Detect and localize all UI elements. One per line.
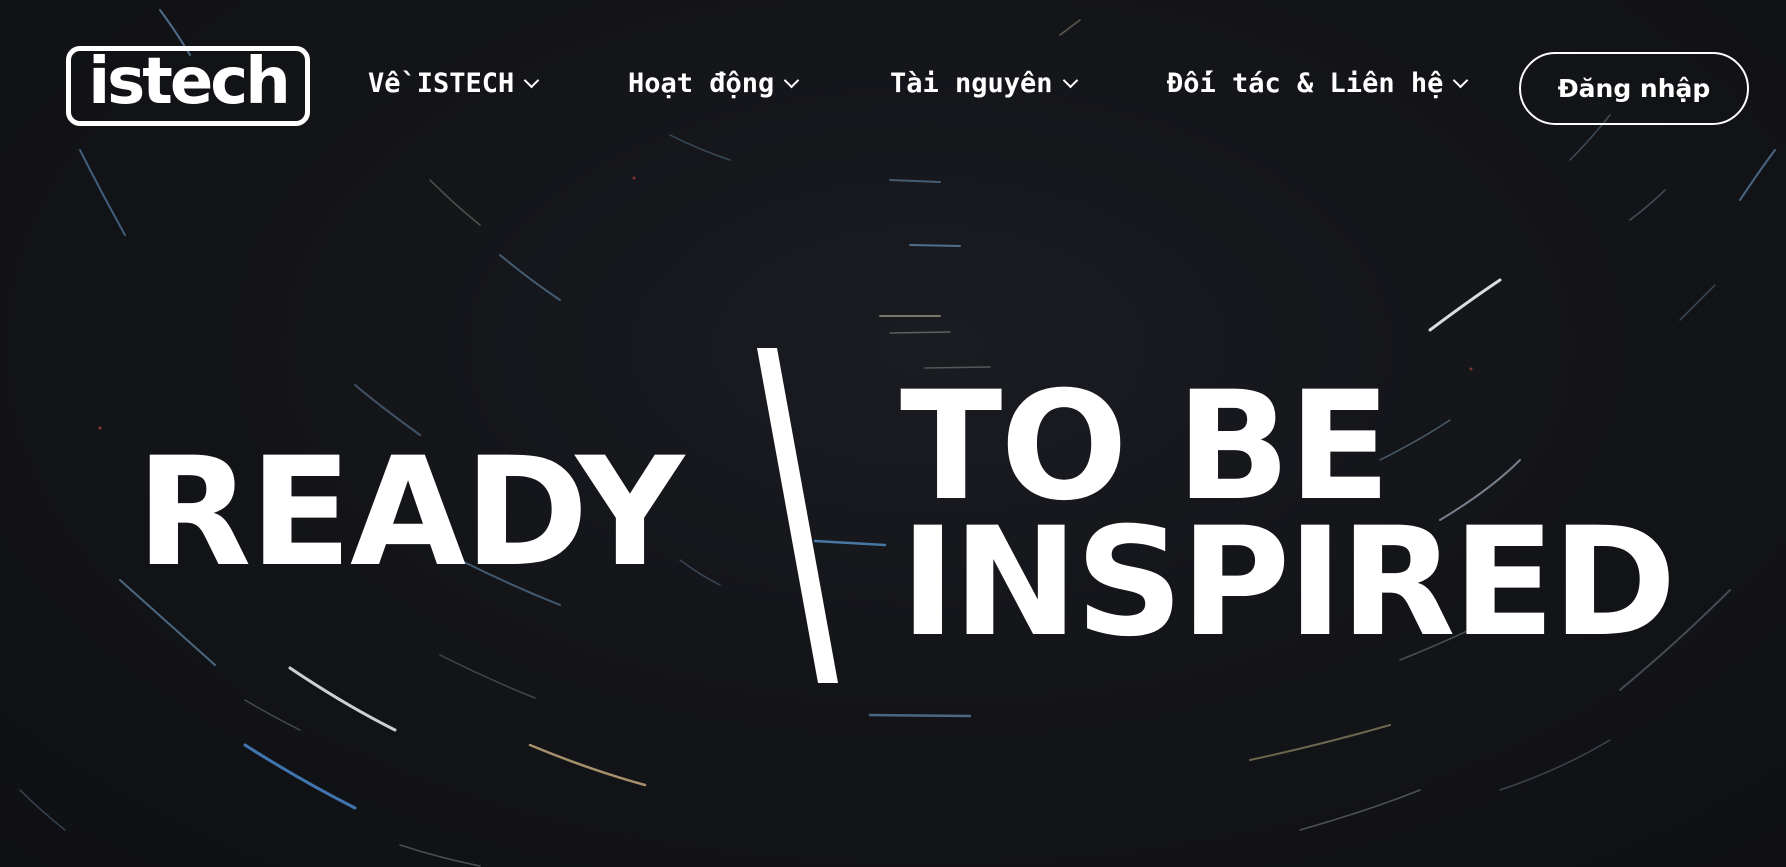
hero-tagline: TO BE INSPIRED [900,372,1677,670]
hero-line-inspired: INSPIRED [900,496,1677,670]
hero-page: istech Về ISTECH Hoạt động Tài nguyên Đố… [0,0,1786,867]
